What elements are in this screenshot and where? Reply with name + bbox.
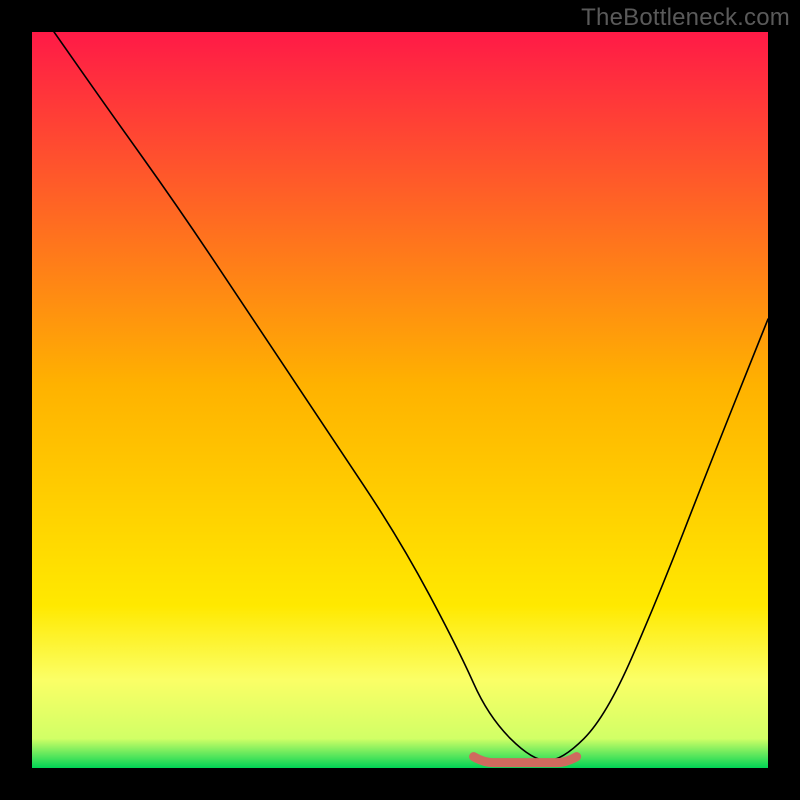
watermark-text: TheBottleneck.com: [581, 4, 790, 32]
chart-frame: TheBottleneck.com: [0, 0, 800, 800]
plot-area: [32, 32, 768, 768]
chart-svg: [32, 32, 768, 768]
gradient-background: [32, 32, 768, 768]
